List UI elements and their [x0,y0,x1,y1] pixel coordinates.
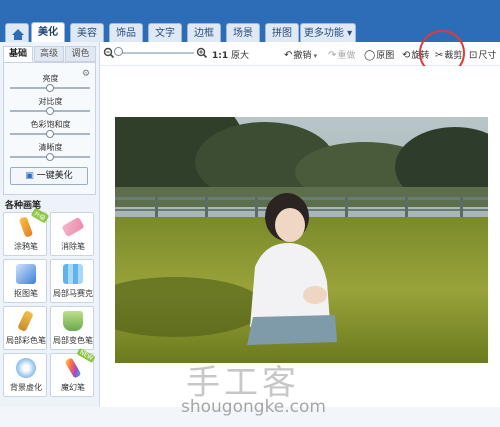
tool-label: 消除笔 [61,242,85,251]
paint-bucket-icon [63,311,83,331]
pencil-icon [18,216,34,238]
edited-photo[interactable] [115,117,488,363]
tab-collage[interactable]: 拼图 [265,23,299,43]
tab-more-functions[interactable]: 更多功能 ▾ [300,23,356,43]
subtab-advanced[interactable]: 高级 [34,46,64,62]
tool-label: 背景虚化 [10,383,42,392]
brightness-handle[interactable] [46,84,54,92]
one-click-beautify-button[interactable]: ▣ 一键美化 [10,167,88,185]
original-image-icon: ◯ [364,50,376,61]
resize-icon: ⊡ [469,50,478,61]
tool-eraser-pen[interactable]: 消除笔 [50,212,94,256]
redo-label: 重做 [337,51,356,61]
tab-text[interactable]: 文字 [148,23,182,43]
tab-beautify[interactable]: 美化 [31,22,65,43]
magic-pen-icon [64,357,82,379]
sharpness-handle[interactable] [46,153,54,161]
tab-beauty[interactable]: 美容 [70,23,104,43]
home-tab[interactable] [5,23,29,43]
tool-label: 涂鸦笔 [14,242,38,251]
tool-local-mosaic[interactable]: 局部马赛克 [50,259,94,303]
rotate-icon: ⟲ [402,50,411,61]
sharpness-label: 清晰度 [38,143,63,152]
color-brush-icon [17,310,34,332]
tool-label: 抠图笔 [14,289,38,298]
one-click-label: 一键美化 [36,171,73,181]
mosaic-icon [63,264,83,284]
original-image-label: 原图 [376,51,395,61]
cutout-pen-icon [16,264,36,284]
redo-icon: ↷ [328,50,337,61]
zoom-slider-handle[interactable] [114,47,123,56]
eraser-icon [61,216,85,238]
tool-background-blur[interactable]: 背景虚化 [3,353,47,397]
tool-label: 局部马赛克 [53,289,93,298]
home-icon [12,29,24,40]
subtab-basic[interactable]: 基础 [3,46,33,62]
actual-size-button[interactable]: 1:1 原大 [212,48,249,61]
tab-accessories[interactable]: 饰品 [109,23,143,43]
photo-content [115,117,488,363]
zoom-slider-track[interactable] [118,52,194,54]
watermark-url: shougongke.com [181,397,326,417]
tool-label: 局部变色笔 [53,336,93,345]
tool-magic-pen[interactable]: NEW 魔幻笔 [50,347,96,397]
contrast-handle[interactable] [46,107,54,115]
tab-scene[interactable]: 场景 [226,23,260,43]
tool-label: 局部彩色笔 [6,336,46,345]
undo-icon: ↶ [284,50,293,61]
original-image-button[interactable]: ◯原图 [364,48,394,61]
tool-cutout-pen[interactable]: 抠图笔 [3,259,47,303]
tool-local-color-pen[interactable]: 局部彩色笔 [3,306,47,350]
contrast-label: 对比度 [38,97,63,106]
zoom-ratio: 1:1 [212,51,229,61]
resize-label: 尺寸 [478,51,497,61]
actual-size-label: 原大 [231,51,250,61]
redo-button[interactable]: ↷重做 [328,48,355,61]
tool-local-recolor-pen[interactable]: 局部变色笔 [50,306,94,350]
undo-button[interactable]: ↶撤销 ▾ [284,48,317,61]
magic-wand-icon: ▣ [25,171,37,181]
subtab-color[interactable]: 调色 [65,46,96,62]
tool-label: 魔幻笔 [61,383,85,392]
tool-doodle-pen[interactable]: 升级 涂鸦笔 [3,207,50,256]
saturation-label: 色彩饱和度 [30,120,71,129]
resize-button[interactable]: ⊡尺寸 [469,48,496,61]
undo-label: 撤销 [293,51,312,61]
saturation-handle[interactable] [46,130,54,138]
brightness-label: 亮度 [42,74,59,83]
tab-frame[interactable]: 边框 [187,23,221,43]
blur-icon [16,358,36,378]
zoom-in-icon[interactable] [196,47,208,62]
